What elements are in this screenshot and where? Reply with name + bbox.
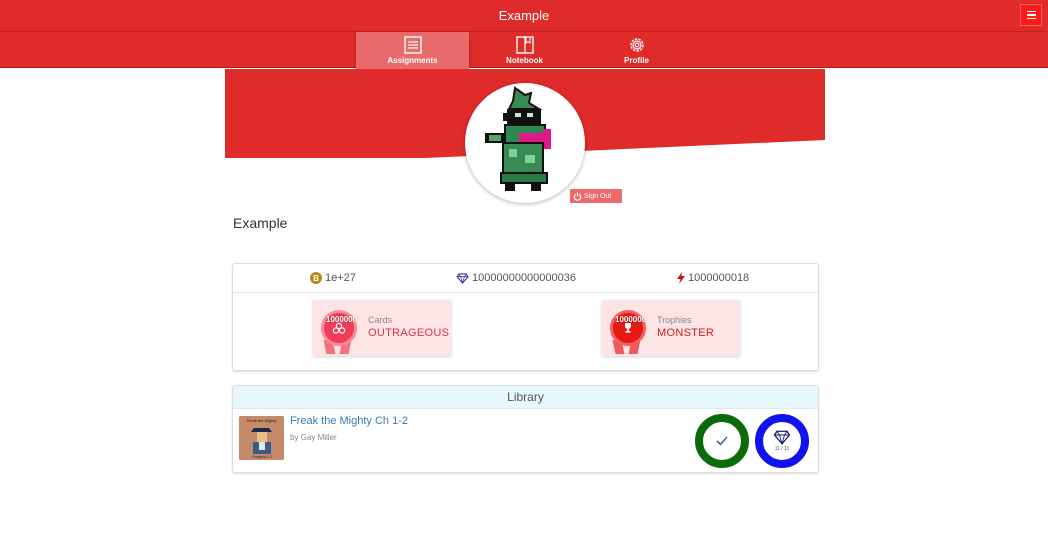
coins-value: 1e+27: [325, 272, 356, 284]
library-panel: Library Freak the Mighty Chapters 1-2 Fr…: [232, 385, 819, 473]
sign-out-button[interactable]: Sign Out: [570, 189, 622, 203]
currency-row: B 1e+27 10000000000000036 1000000018: [233, 264, 818, 293]
pixel-character-avatar: [485, 86, 551, 191]
cover-subtitle: Chapters 1-2: [251, 455, 271, 459]
badge-cards[interactable]: 1000000 Cards OUTRAGEOUS: [313, 300, 451, 356]
badge-label: Cards: [368, 315, 393, 325]
complete-status-button[interactable]: [695, 414, 749, 468]
power-icon: [573, 191, 582, 201]
badge-trophies[interactable]: 1000000 Trophies MONSTER: [602, 300, 740, 356]
coin-icon: B: [310, 272, 322, 284]
menu-button[interactable]: [1020, 4, 1042, 26]
avatar[interactable]: [465, 83, 585, 203]
tab-label: Assignments: [387, 56, 438, 65]
gems-stat: 10000000000000036: [456, 272, 576, 284]
gems-value: 10000000000000036: [472, 272, 577, 284]
sign-out-label: Sign Out: [584, 192, 612, 200]
energy-stat: 1000000018: [677, 272, 749, 284]
tab-assignments[interactable]: Assignments: [356, 32, 469, 70]
book-title[interactable]: Freak the Mighty Ch 1-2: [290, 415, 408, 427]
stats-card: B 1e+27 10000000000000036 1000000018 100…: [232, 263, 819, 371]
cover-title: Freak the Mighty: [247, 418, 277, 423]
app-title: Example: [498, 8, 550, 23]
tab-label: Profile: [624, 56, 649, 65]
energy-value: 1000000018: [688, 272, 750, 284]
gem-progress-button[interactable]: 11 / 11: [755, 414, 809, 468]
tab-profile[interactable]: Profile: [580, 32, 693, 70]
book-icon: [515, 36, 534, 54]
gem-icon: [773, 430, 791, 445]
gem-progress-count: 11 / 11: [774, 446, 790, 452]
library-heading: Library: [233, 386, 818, 409]
badge-number: 1000000: [615, 315, 647, 324]
badge-title: OUTRAGEOUS: [368, 327, 450, 339]
lightning-icon: [677, 272, 685, 284]
badge-label: Trophies: [657, 315, 692, 325]
hamburger-icon: [1026, 10, 1036, 13]
tab-notebook[interactable]: Notebook: [468, 32, 581, 70]
main-nav: Assignments Notebook Profile: [0, 32, 1048, 70]
badge-number: 1000000: [326, 315, 358, 324]
book-author: by Gay Miller: [290, 433, 337, 442]
coins-stat: B 1e+27: [310, 272, 356, 284]
book-cover[interactable]: Freak the Mighty Chapters 1-2: [239, 416, 284, 460]
gem-icon: [456, 272, 469, 284]
gear-icon: [629, 38, 644, 52]
list-icon: [403, 36, 422, 54]
profile-name: Example: [233, 215, 288, 231]
tab-label: Notebook: [506, 56, 543, 65]
check-icon: [716, 436, 728, 446]
badge-title: MONSTER: [657, 327, 715, 339]
app-header: Example: [0, 0, 1048, 32]
